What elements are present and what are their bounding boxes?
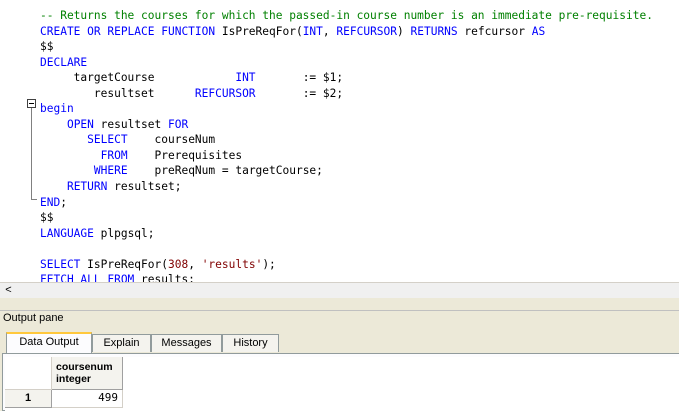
code-line[interactable]: $$	[0, 210, 653, 226]
code-token: ;	[60, 195, 67, 209]
sql-editor[interactable]: -- Returns the courses for which the pas…	[0, 0, 679, 282]
code-token: Prerequisites	[127, 148, 243, 162]
code-token: RETURNS	[410, 24, 458, 38]
fold-guide-line	[31, 104, 32, 200]
code-token: 308	[167, 257, 189, 271]
column-type: integer	[56, 373, 92, 385]
sql-code[interactable]: -- Returns the courses for which the pas…	[0, 0, 653, 282]
code-token: SELECT	[87, 133, 128, 147]
row-header[interactable]: 1	[5, 390, 52, 408]
code-token: )	[397, 24, 411, 38]
tab-explain[interactable]: Explain	[92, 334, 151, 352]
code-token: -- Returns the courses for which the pas…	[40, 9, 653, 22]
code-token: $$	[40, 40, 54, 54]
code-token: targetCourse	[40, 71, 236, 85]
tab-history[interactable]: History	[222, 334, 279, 352]
code-line[interactable]: SELECT courseNum	[0, 132, 653, 148]
code-token: := $2;	[255, 86, 344, 100]
tab-messages[interactable]: Messages	[151, 334, 222, 352]
code-line[interactable]: targetCourse INT := $1;	[0, 70, 653, 86]
code-line[interactable]: begin	[0, 101, 653, 117]
column-header-coursenum[interactable]: coursenum integer	[52, 357, 123, 390]
code-token: DECLARE	[40, 55, 88, 69]
code-line[interactable]: OPEN resultset FOR	[0, 117, 653, 133]
code-line[interactable]: -- Returns the courses for which the pas…	[0, 8, 653, 24]
grid-cell[interactable]: 499	[52, 390, 123, 408]
code-token: ,	[188, 257, 202, 271]
code-line[interactable]: END;	[0, 195, 653, 211]
code-token: ,	[322, 24, 337, 38]
scroll-left-arrow-icon[interactable]: <	[2, 285, 15, 296]
code-line[interactable]: RETURN resultset;	[0, 179, 653, 195]
code-token: IsPreReqFor(	[221, 24, 303, 38]
fold-guide-end	[31, 199, 37, 200]
code-token: resultset	[40, 86, 195, 100]
code-token: CREATE OR REPLACE FUNCTION	[40, 24, 222, 38]
code-token: 'results'	[201, 257, 263, 271]
code-line[interactable]: WHERE preReqNum = targetCourse;	[0, 163, 653, 179]
code-token: SELECT	[40, 257, 81, 271]
code-line[interactable]: FETCH ALL FROM results;	[0, 272, 653, 282]
output-pane-header: Output pane	[0, 310, 679, 327]
code-token: begin	[40, 102, 74, 116]
collapse-block-icon[interactable]	[27, 99, 36, 108]
code-token: := $1;	[255, 71, 344, 85]
code-token: plpgsql;	[93, 226, 155, 240]
code-token: INT	[235, 71, 256, 85]
code-token: resultset	[93, 117, 168, 131]
code-line[interactable]: $$	[0, 39, 653, 55]
code-token: preReqNum = targetCourse;	[127, 164, 323, 178]
horizontal-scrollbar[interactable]: <	[0, 282, 679, 298]
code-token: RETURN	[66, 180, 108, 194]
code-token: );	[262, 257, 276, 271]
code-token: FETCH ALL FROM	[40, 273, 135, 282]
code-token: FOR	[168, 117, 189, 131]
code-token: refcursor	[457, 24, 532, 38]
code-line[interactable]: DECLARE	[0, 55, 653, 71]
grid-corner[interactable]	[5, 357, 52, 390]
code-token: LANGUAGE	[40, 226, 94, 240]
splitter[interactable]	[0, 298, 679, 310]
code-line[interactable]: LANGUAGE plpgsql;	[0, 226, 653, 242]
code-token: END	[40, 195, 61, 209]
code-token: results;	[134, 273, 195, 282]
code-line[interactable]: CREATE OR REPLACE FUNCTION IsPreReqFor(I…	[0, 24, 653, 40]
output-pane-title: Output pane	[3, 312, 64, 324]
code-token: REFCURSOR	[336, 24, 398, 38]
code-token: IsPreReqFor(	[80, 257, 168, 271]
code-token: resultset;	[107, 180, 182, 194]
tab-data-output[interactable]: Data Output	[6, 332, 92, 353]
code-token: $$	[40, 211, 54, 225]
code-token: AS	[531, 24, 546, 38]
code-line[interactable]: FROM Prerequisites	[0, 148, 653, 164]
column-name: coursenum	[56, 361, 113, 373]
code-token: OPEN	[66, 117, 94, 131]
code-line[interactable]	[0, 241, 653, 257]
code-token: INT	[302, 24, 323, 38]
code-token: WHERE	[93, 164, 128, 178]
code-token: courseNum	[127, 133, 216, 147]
code-line[interactable]: resultset REFCURSOR := $2;	[0, 86, 653, 102]
code-token: FROM	[100, 148, 128, 162]
code-line[interactable]: SELECT IsPreReqFor(308, 'results');	[0, 257, 653, 273]
code-token: REFCURSOR	[194, 86, 256, 100]
